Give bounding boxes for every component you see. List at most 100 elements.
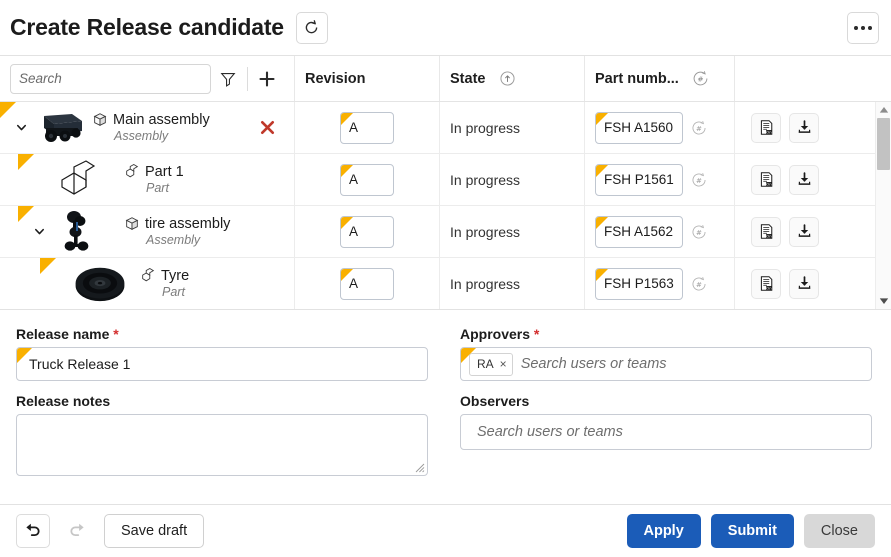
row-part-number-cell[interactable]: FSH A1562 # xyxy=(585,206,735,257)
column-header-actions xyxy=(735,56,876,101)
table-row[interactable]: tire assembly Assembly A In progress FSH… xyxy=(0,206,891,258)
apply-button[interactable]: Apply xyxy=(626,514,701,548)
part-number-input[interactable]: FSH A1562 xyxy=(595,215,683,248)
state-value: In progress xyxy=(450,171,521,188)
revision-input[interactable]: A xyxy=(340,267,394,300)
add-button[interactable] xyxy=(250,62,284,96)
approvers-label: Approvers * xyxy=(460,326,872,342)
approver-chip-remove-icon[interactable]: × xyxy=(500,358,507,370)
modified-marker-icon xyxy=(17,348,32,363)
row-type: Part xyxy=(162,285,185,299)
scrollbar-thumb[interactable] xyxy=(877,118,890,170)
more-options-button[interactable] xyxy=(847,11,879,44)
modified-marker-icon xyxy=(461,348,476,363)
release-notes-label: Release notes xyxy=(16,393,428,409)
search-input[interactable] xyxy=(10,63,211,94)
row-state-cell: In progress xyxy=(440,206,585,257)
download-button[interactable] xyxy=(789,164,819,195)
remove-row-button[interactable] xyxy=(250,119,284,136)
page-title: Create Release candidate xyxy=(10,14,284,40)
row-revision-cell[interactable]: A xyxy=(295,258,440,309)
report-button[interactable]: On xyxy=(751,164,781,195)
column-header-state-label: State xyxy=(450,70,486,87)
column-header-part-number[interactable]: Part numb... # xyxy=(585,56,735,101)
table-row[interactable]: Tyre Part A In progress FSH P1563 # On xyxy=(0,258,891,309)
expand-toggle[interactable] xyxy=(28,225,50,238)
release-name-value: Truck Release 1 xyxy=(29,356,131,372)
expand-toggle[interactable] xyxy=(10,121,32,134)
download-button[interactable] xyxy=(789,268,819,299)
row-actions-cell: On xyxy=(735,154,876,205)
modified-marker-icon xyxy=(40,258,56,274)
release-name-input[interactable]: Truck Release 1 xyxy=(16,347,428,381)
part-number-generate-button[interactable]: # xyxy=(686,64,715,93)
row-tree-cell[interactable]: Part 1 Part xyxy=(0,154,295,205)
resize-handle-icon[interactable] xyxy=(415,463,425,473)
table-scrollbar[interactable] xyxy=(875,102,891,309)
report-button[interactable]: On xyxy=(751,268,781,299)
redo-button xyxy=(60,514,94,548)
filter-button[interactable] xyxy=(211,62,245,96)
state-increment-button[interactable] xyxy=(493,64,522,93)
modified-marker-icon xyxy=(18,206,34,222)
release-notes-textarea[interactable] xyxy=(16,414,428,476)
part-number-generate-button[interactable]: # xyxy=(685,113,713,142)
save-draft-button[interactable]: Save draft xyxy=(104,514,205,548)
truck-thumbnail xyxy=(44,113,82,142)
row-name: Part 1 xyxy=(145,164,184,180)
submit-button[interactable]: Submit xyxy=(710,514,794,548)
report-button[interactable]: On xyxy=(751,112,781,143)
modified-marker-icon xyxy=(596,216,608,229)
undo-button[interactable] xyxy=(16,514,50,548)
report-icon: On xyxy=(760,172,772,187)
part-number-generate-button[interactable]: # xyxy=(685,165,713,194)
release-name-label-text: Release name xyxy=(16,326,110,342)
column-header-revision[interactable]: Revision xyxy=(295,56,440,101)
row-type: Part xyxy=(146,181,169,195)
row-part-number-cell[interactable]: FSH P1561 # xyxy=(585,154,735,205)
part-number-input[interactable]: FSH P1561 xyxy=(595,163,683,196)
part-number-generate-button[interactable]: # xyxy=(685,217,713,246)
table-row[interactable]: Part 1 Part A In progress FSH P1561 # On xyxy=(0,154,891,206)
observers-input[interactable]: Search users or teams xyxy=(460,414,872,450)
row-part-number-cell[interactable]: FSH A1560 # xyxy=(585,102,735,153)
approvers-input[interactable]: RA × Search users or teams xyxy=(460,347,872,381)
row-revision-cell[interactable]: A xyxy=(295,102,440,153)
refresh-button[interactable] xyxy=(295,11,328,44)
row-tree-cell[interactable]: tire assembly Assembly xyxy=(0,206,295,257)
part-number-input[interactable]: FSH P1563 xyxy=(595,267,683,300)
close-button[interactable]: Close xyxy=(803,514,875,548)
part-number-input[interactable]: FSH A1560 xyxy=(595,111,683,144)
scroll-up-button[interactable] xyxy=(879,102,889,118)
row-tree-cell[interactable]: Main assembly Assembly xyxy=(0,102,295,153)
filter-icon xyxy=(220,72,236,87)
download-button[interactable] xyxy=(789,112,819,143)
chevron-down-icon xyxy=(16,124,26,131)
revision-input[interactable]: A xyxy=(340,163,394,196)
release-form: Release name * Truck Release 1 Release n… xyxy=(0,310,891,508)
modified-marker-icon xyxy=(341,268,353,281)
part-number-generate-button[interactable]: # xyxy=(685,269,713,298)
modified-marker-icon xyxy=(596,112,608,125)
row-part-number-cell[interactable]: FSH P1563 # xyxy=(585,258,735,309)
lshape-thumbnail xyxy=(61,159,96,195)
report-button[interactable]: On xyxy=(751,216,781,247)
more-options-icon xyxy=(854,25,872,30)
toolbar-divider xyxy=(247,66,248,91)
row-revision-cell[interactable]: A xyxy=(295,154,440,205)
svg-text:#: # xyxy=(698,75,704,84)
revision-input[interactable]: A xyxy=(340,111,394,144)
row-thumbnail xyxy=(50,159,106,201)
row-tree-cell[interactable]: Tyre Part xyxy=(0,258,295,309)
table-row[interactable]: Main assembly Assembly A In progress FSH… xyxy=(0,102,891,154)
column-header-state[interactable]: State xyxy=(440,56,585,101)
scrollbar-track[interactable] xyxy=(876,118,891,293)
download-icon xyxy=(798,276,810,289)
plus-icon xyxy=(259,70,275,87)
svg-text:#: # xyxy=(696,123,702,132)
scroll-down-button[interactable] xyxy=(879,293,889,309)
download-button[interactable] xyxy=(789,216,819,247)
approvers-placeholder: Search users or teams xyxy=(520,356,667,372)
revision-input[interactable]: A xyxy=(340,215,394,248)
row-revision-cell[interactable]: A xyxy=(295,206,440,257)
